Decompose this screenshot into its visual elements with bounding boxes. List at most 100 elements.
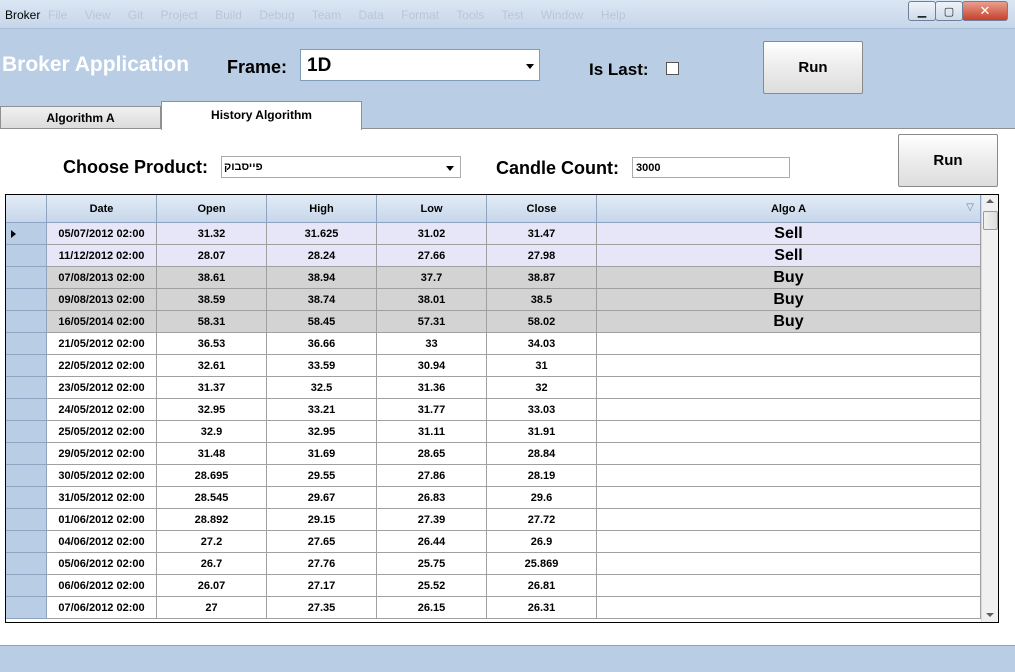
cell-algo-a[interactable]	[597, 575, 981, 597]
cell-high[interactable]: 27.65	[267, 531, 377, 553]
cell-algo-a[interactable]	[597, 377, 981, 399]
table-row[interactable]: 31/05/2012 02:00 28.545 29.67 26.83 29.6	[6, 487, 998, 509]
is-last-checkbox[interactable]	[666, 62, 679, 75]
maximize-button[interactable]: ▢	[935, 1, 963, 21]
cell-high[interactable]: 27.35	[267, 597, 377, 619]
cell-high[interactable]: 58.45	[267, 311, 377, 333]
cell-algo-a[interactable]	[597, 487, 981, 509]
cell-high[interactable]: 38.94	[267, 267, 377, 289]
cell-date[interactable]: 29/05/2012 02:00	[47, 443, 157, 465]
table-row[interactable]: 09/08/2013 02:00 38.59 38.74 38.01 38.5 Buy	[6, 289, 998, 311]
cell-date[interactable]: 06/06/2012 02:00	[47, 575, 157, 597]
cell-close[interactable]: 34.03	[487, 333, 597, 355]
cell-algo-a[interactable]	[597, 355, 981, 377]
cell-date[interactable]: 22/05/2012 02:00	[47, 355, 157, 377]
cell-open[interactable]: 31.37	[157, 377, 267, 399]
table-row[interactable]: 07/06/2012 02:00 27 27.35 26.15 26.31	[6, 597, 998, 619]
row-header[interactable]	[6, 553, 47, 575]
column-header-date[interactable]: Date	[47, 195, 157, 223]
cell-date[interactable]: 25/05/2012 02:00	[47, 421, 157, 443]
cell-low[interactable]: 27.39	[377, 509, 487, 531]
row-header[interactable]	[6, 289, 47, 311]
cell-low[interactable]: 30.94	[377, 355, 487, 377]
cell-close[interactable]: 31.47	[487, 223, 597, 245]
cell-open[interactable]: 38.61	[157, 267, 267, 289]
cell-open[interactable]: 58.31	[157, 311, 267, 333]
cell-low[interactable]: 31.02	[377, 223, 487, 245]
cell-date[interactable]: 05/06/2012 02:00	[47, 553, 157, 575]
cell-high[interactable]: 33.21	[267, 399, 377, 421]
column-header-close[interactable]: Close	[487, 195, 597, 223]
cell-low[interactable]: 33	[377, 333, 487, 355]
cell-low[interactable]: 27.86	[377, 465, 487, 487]
cell-open[interactable]: 32.95	[157, 399, 267, 421]
cell-high[interactable]: 32.5	[267, 377, 377, 399]
cell-high[interactable]: 33.59	[267, 355, 377, 377]
cell-low[interactable]: 26.15	[377, 597, 487, 619]
row-header[interactable]	[6, 399, 47, 421]
cell-open[interactable]: 28.07	[157, 245, 267, 267]
cell-high[interactable]: 32.95	[267, 421, 377, 443]
cell-high[interactable]: 29.67	[267, 487, 377, 509]
cell-close[interactable]: 38.5	[487, 289, 597, 311]
column-header-low[interactable]: Low	[377, 195, 487, 223]
cell-close[interactable]: 31	[487, 355, 597, 377]
table-row[interactable]: 16/05/2014 02:00 58.31 58.45 57.31 58.02 Buy	[6, 311, 998, 333]
row-header[interactable]	[6, 509, 47, 531]
cell-low[interactable]: 26.44	[377, 531, 487, 553]
cell-low[interactable]: 25.52	[377, 575, 487, 597]
cell-date[interactable]: 05/07/2012 02:00	[47, 223, 157, 245]
cell-close[interactable]: 26.9	[487, 531, 597, 553]
cell-high[interactable]: 31.69	[267, 443, 377, 465]
cell-high[interactable]: 38.74	[267, 289, 377, 311]
cell-low[interactable]: 57.31	[377, 311, 487, 333]
cell-date[interactable]: 31/05/2012 02:00	[47, 487, 157, 509]
cell-close[interactable]: 26.81	[487, 575, 597, 597]
row-header[interactable]	[6, 355, 47, 377]
cell-algo-a[interactable]: Buy	[597, 311, 981, 333]
row-header[interactable]	[6, 465, 47, 487]
cell-algo-a[interactable]: Sell	[597, 245, 981, 267]
cell-open[interactable]: 28.545	[157, 487, 267, 509]
cell-low[interactable]: 31.36	[377, 377, 487, 399]
cell-date[interactable]: 07/06/2012 02:00	[47, 597, 157, 619]
cell-algo-a[interactable]	[597, 531, 981, 553]
filter-icon[interactable]: ▽	[966, 202, 974, 213]
cell-open[interactable]: 38.59	[157, 289, 267, 311]
run-button[interactable]: Run	[763, 41, 863, 94]
cell-date[interactable]: 11/12/2012 02:00	[47, 245, 157, 267]
cell-open[interactable]: 28.695	[157, 465, 267, 487]
cell-date[interactable]: 16/05/2014 02:00	[47, 311, 157, 333]
row-header[interactable]	[6, 223, 47, 245]
scroll-up-icon[interactable]	[986, 199, 994, 203]
cell-low[interactable]: 27.66	[377, 245, 487, 267]
cell-algo-a[interactable]	[597, 399, 981, 421]
cell-high[interactable]: 29.15	[267, 509, 377, 531]
table-row[interactable]: 05/07/2012 02:00 31.32 31.625 31.02 31.47 Sel…	[6, 223, 998, 245]
cell-low[interactable]: 25.75	[377, 553, 487, 575]
row-header[interactable]	[6, 487, 47, 509]
cell-algo-a[interactable]	[597, 333, 981, 355]
frame-select[interactable]: 1D	[300, 49, 540, 81]
cell-open[interactable]: 36.53	[157, 333, 267, 355]
cell-close[interactable]: 28.19	[487, 465, 597, 487]
cell-high[interactable]: 31.625	[267, 223, 377, 245]
column-header-high[interactable]: High	[267, 195, 377, 223]
cell-algo-a[interactable]: Buy	[597, 289, 981, 311]
cell-algo-a[interactable]	[597, 465, 981, 487]
row-header[interactable]	[6, 245, 47, 267]
cell-low[interactable]: 26.83	[377, 487, 487, 509]
table-row[interactable]: 25/05/2012 02:00 32.9 32.95 31.11 31.91	[6, 421, 998, 443]
row-header[interactable]	[6, 311, 47, 333]
cell-high[interactable]: 28.24	[267, 245, 377, 267]
cell-open[interactable]: 31.48	[157, 443, 267, 465]
cell-close[interactable]: 25.869	[487, 553, 597, 575]
row-header[interactable]	[6, 421, 47, 443]
cell-close[interactable]: 33.03	[487, 399, 597, 421]
scroll-thumb[interactable]	[983, 211, 998, 230]
cell-algo-a[interactable]	[597, 443, 981, 465]
cell-low[interactable]: 37.7	[377, 267, 487, 289]
cell-algo-a[interactable]: Buy	[597, 267, 981, 289]
minimize-button[interactable]: ▁	[908, 1, 936, 21]
cell-close[interactable]: 27.98	[487, 245, 597, 267]
